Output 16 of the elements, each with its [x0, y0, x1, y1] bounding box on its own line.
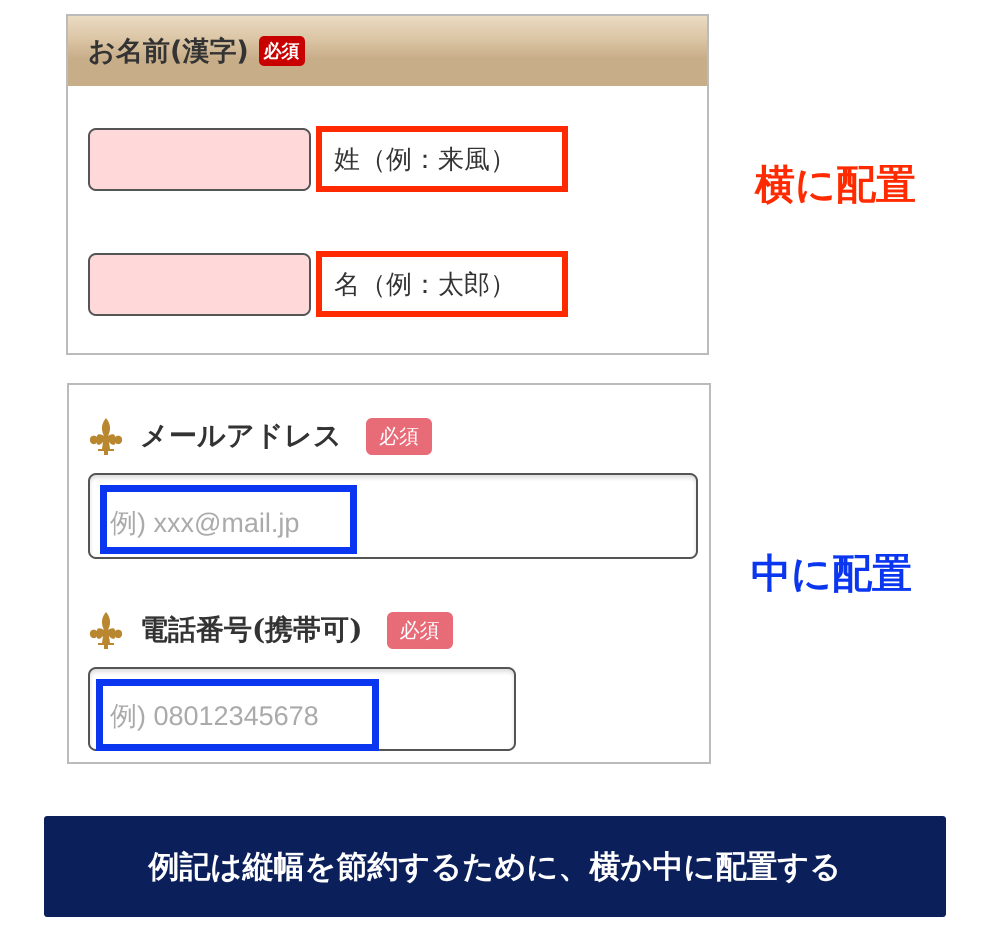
example-label: 姓（例：来風） — [316, 126, 568, 192]
field-label: メールアドレス — [140, 418, 342, 454]
required-badge: 必須 — [386, 612, 452, 648]
input-field[interactable]: 例) xxx@mail.jp — [88, 473, 698, 559]
required-badge: 必須 — [366, 418, 432, 454]
input-field[interactable] — [88, 252, 311, 316]
field-label: 電話番号(携帯可) — [140, 612, 362, 648]
summary-banner: 例記は縦幅を節約するために、横か中に配置する — [44, 816, 946, 917]
input-field[interactable] — [88, 128, 311, 190]
example-label: 名（例：太郎） — [316, 251, 568, 317]
section-title: お名前(漢字) — [88, 35, 249, 69]
fleur-de-lis-icon — [88, 611, 124, 649]
fleur-de-lis-icon — [88, 417, 124, 455]
annotation-text: 中に配置 — [751, 551, 912, 597]
annotation-text: 横に配置 — [755, 162, 916, 208]
required-badge: 必須 — [258, 36, 305, 66]
